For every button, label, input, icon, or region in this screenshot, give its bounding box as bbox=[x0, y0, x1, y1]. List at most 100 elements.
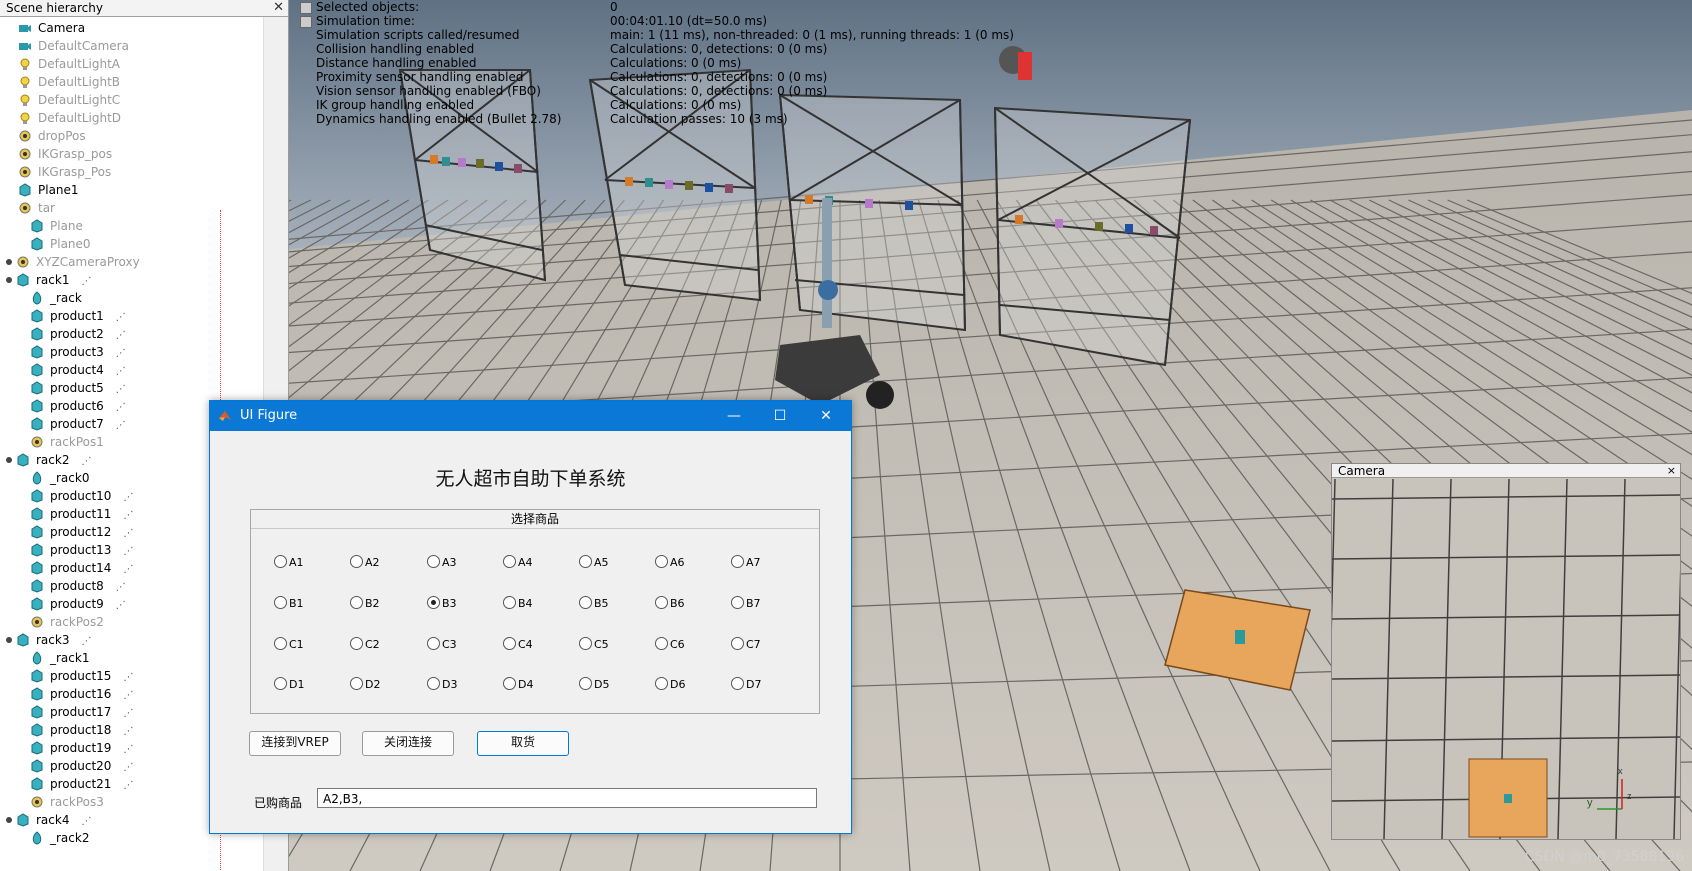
tree-item[interactable]: product19 ⋰ bbox=[30, 739, 133, 757]
radio-button-icon[interactable] bbox=[350, 555, 363, 568]
tree-item[interactable]: product1 ⋰ bbox=[30, 307, 126, 325]
tree-item[interactable]: _rack1 bbox=[30, 649, 89, 667]
expand-icon[interactable] bbox=[6, 277, 12, 283]
product-radio-c1[interactable]: C1 bbox=[274, 637, 304, 652]
product-radio-c6[interactable]: C6 bbox=[655, 637, 685, 652]
pickup-button[interactable]: 取货 bbox=[477, 731, 569, 756]
product-radio-a6[interactable]: A6 bbox=[655, 555, 685, 570]
tree-item[interactable]: product8 ⋰ bbox=[30, 577, 126, 595]
tree-item[interactable]: product14 ⋰ bbox=[30, 559, 133, 577]
close-connection-button[interactable]: 关闭连接 bbox=[362, 731, 454, 756]
product-radio-d7[interactable]: D7 bbox=[731, 677, 761, 692]
radio-button-icon[interactable] bbox=[731, 677, 744, 690]
radio-button-icon[interactable] bbox=[579, 637, 592, 650]
radio-button-icon[interactable] bbox=[655, 677, 668, 690]
tree-item[interactable]: rack4 ⋰ bbox=[6, 811, 91, 829]
tree-item[interactable]: product16 ⋰ bbox=[30, 685, 133, 703]
radio-button-icon[interactable] bbox=[503, 677, 516, 690]
tree-item[interactable]: product6 ⋰ bbox=[30, 397, 126, 415]
product-radio-a5[interactable]: A5 bbox=[579, 555, 609, 570]
radio-button-icon[interactable] bbox=[731, 596, 744, 609]
script-icon[interactable]: ⋰ bbox=[123, 780, 133, 791]
radio-button-icon[interactable] bbox=[503, 596, 516, 609]
radio-button-icon[interactable] bbox=[731, 555, 744, 568]
script-icon[interactable]: ⋰ bbox=[81, 816, 91, 827]
script-icon[interactable]: ⋰ bbox=[123, 708, 133, 719]
radio-button-icon[interactable] bbox=[427, 637, 440, 650]
script-icon[interactable]: ⋰ bbox=[116, 330, 126, 341]
script-icon[interactable]: ⋰ bbox=[116, 384, 126, 395]
product-radio-d4[interactable]: D4 bbox=[503, 677, 533, 692]
tree-item[interactable]: IKGrasp_pos bbox=[18, 145, 112, 163]
script-icon[interactable]: ⋰ bbox=[116, 420, 126, 431]
radio-button-icon[interactable] bbox=[579, 677, 592, 690]
tree-item[interactable]: product12 ⋰ bbox=[30, 523, 133, 541]
tree-item[interactable]: DefaultLightA bbox=[18, 55, 120, 73]
tree-item[interactable]: product7 ⋰ bbox=[30, 415, 126, 433]
script-icon[interactable]: ⋰ bbox=[116, 402, 126, 413]
tree-item[interactable]: product18 ⋰ bbox=[30, 721, 133, 739]
radio-button-icon[interactable] bbox=[274, 555, 287, 568]
product-radio-a2[interactable]: A2 bbox=[350, 555, 380, 570]
script-icon[interactable]: ⋰ bbox=[81, 276, 91, 287]
toggle-icon[interactable] bbox=[300, 16, 312, 28]
radio-button-icon[interactable] bbox=[503, 555, 516, 568]
product-radio-c5[interactable]: C5 bbox=[579, 637, 609, 652]
product-radio-c4[interactable]: C4 bbox=[503, 637, 533, 652]
camera-view-window[interactable]: Camera × y z x bbox=[1331, 463, 1681, 840]
script-icon[interactable]: ⋰ bbox=[123, 690, 133, 701]
close-button[interactable]: ✕ bbox=[803, 401, 849, 431]
product-radio-a3[interactable]: A3 bbox=[427, 555, 457, 570]
tree-item[interactable]: product15 ⋰ bbox=[30, 667, 133, 685]
script-icon[interactable]: ⋰ bbox=[123, 492, 133, 503]
product-radio-d1[interactable]: D1 bbox=[274, 677, 304, 692]
script-icon[interactable]: ⋰ bbox=[123, 726, 133, 737]
tree-item[interactable]: XYZCameraProxy bbox=[6, 253, 140, 271]
radio-button-icon[interactable] bbox=[427, 677, 440, 690]
close-icon[interactable]: × bbox=[1667, 464, 1676, 478]
expand-icon[interactable] bbox=[6, 817, 12, 823]
product-radio-d2[interactable]: D2 bbox=[350, 677, 380, 692]
script-icon[interactable]: ⋰ bbox=[116, 348, 126, 359]
product-radio-b7[interactable]: B7 bbox=[731, 596, 761, 611]
radio-button-icon[interactable] bbox=[350, 677, 363, 690]
script-icon[interactable]: ⋰ bbox=[123, 510, 133, 521]
product-radio-a4[interactable]: A4 bbox=[503, 555, 533, 570]
product-radio-d5[interactable]: D5 bbox=[579, 677, 609, 692]
tree-item[interactable]: _rack0 bbox=[30, 469, 89, 487]
script-icon[interactable]: ⋰ bbox=[123, 744, 133, 755]
tree-item[interactable]: IKGrasp_Pos bbox=[18, 163, 111, 181]
radio-button-icon[interactable] bbox=[503, 637, 516, 650]
product-radio-b1[interactable]: B1 bbox=[274, 596, 304, 611]
product-radio-b2[interactable]: B2 bbox=[350, 596, 380, 611]
tree-item[interactable]: product20 ⋰ bbox=[30, 757, 133, 775]
radio-button-icon[interactable] bbox=[427, 555, 440, 568]
product-radio-b5[interactable]: B5 bbox=[579, 596, 609, 611]
tree-item[interactable]: DefaultLightC bbox=[18, 91, 120, 109]
product-radio-c7[interactable]: C7 bbox=[731, 637, 761, 652]
tree-item[interactable]: DefaultCamera bbox=[18, 37, 129, 55]
radio-button-icon[interactable] bbox=[655, 596, 668, 609]
tree-item[interactable]: Plane0 bbox=[30, 235, 91, 253]
tree-item[interactable]: rack2 ⋰ bbox=[6, 451, 91, 469]
tree-item[interactable]: product17 ⋰ bbox=[30, 703, 133, 721]
product-radio-c3[interactable]: C3 bbox=[427, 637, 457, 652]
expand-icon[interactable] bbox=[6, 637, 12, 643]
radio-button-icon[interactable] bbox=[274, 677, 287, 690]
radio-button-icon[interactable] bbox=[731, 637, 744, 650]
tree-item[interactable]: DefaultLightD bbox=[18, 109, 121, 127]
tree-item[interactable]: Plane1 bbox=[18, 181, 79, 199]
tree-item[interactable]: rack1 ⋰ bbox=[6, 271, 91, 289]
radio-button-icon[interactable] bbox=[427, 596, 440, 609]
radio-button-icon[interactable] bbox=[350, 596, 363, 609]
tree-item[interactable]: product9 ⋰ bbox=[30, 595, 126, 613]
minimize-button[interactable]: — bbox=[711, 401, 757, 431]
product-radio-a7[interactable]: A7 bbox=[731, 555, 761, 570]
tree-item[interactable]: rackPos2 bbox=[30, 613, 104, 631]
product-radio-d6[interactable]: D6 bbox=[655, 677, 685, 692]
tree-item[interactable]: _rack bbox=[30, 289, 82, 307]
tree-item[interactable]: rack3 ⋰ bbox=[6, 631, 91, 649]
radio-button-icon[interactable] bbox=[274, 637, 287, 650]
radio-button-icon[interactable] bbox=[655, 555, 668, 568]
product-radio-a1[interactable]: A1 bbox=[274, 555, 304, 570]
